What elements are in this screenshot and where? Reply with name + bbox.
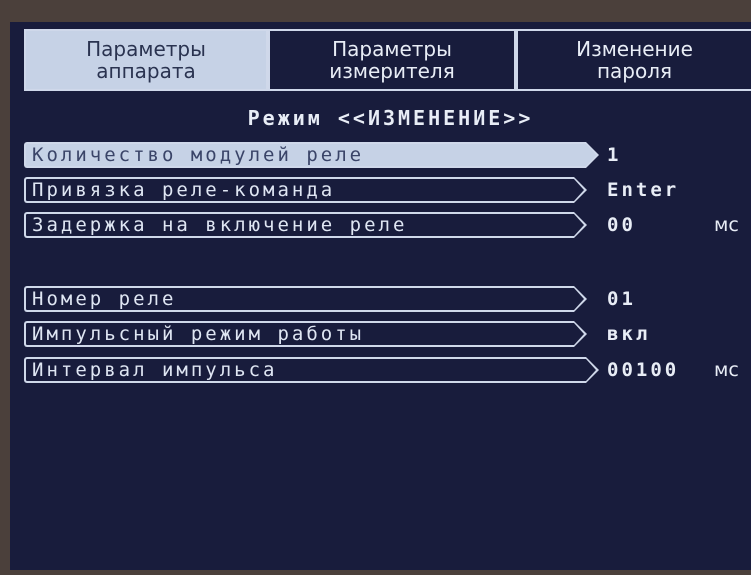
tab-label-line1: Изменение [576, 37, 693, 61]
param-value: 1 [607, 144, 622, 166]
param-unit: мс [714, 214, 739, 236]
arrow-right-icon-fill [574, 288, 584, 310]
tab-label-line2: измерителя [329, 59, 455, 83]
tab-label-line1: Параметры [332, 37, 452, 61]
lcd-screen: Параметры аппарата Параметры измерителя … [10, 22, 751, 570]
param-value: 00 [607, 214, 636, 236]
param-value: Enter [607, 179, 680, 201]
arrow-right-icon-fill [586, 144, 596, 166]
param-label: Импульсный режим работы [24, 321, 574, 347]
arrow-right-icon-fill [574, 323, 584, 345]
param-label: Интервал импульса [24, 357, 586, 383]
arrow-right-icon-fill [574, 179, 584, 201]
param-row-relay-command-binding[interactable]: Привязка реле-команда Enter [24, 177, 751, 205]
tab-label-line2: пароля [596, 59, 673, 83]
tab-bar: Параметры аппарата Параметры измерителя … [24, 29, 751, 89]
tab-label-line1: Параметры [86, 37, 206, 61]
tab-meter-parameters[interactable]: Параметры измерителя [268, 29, 516, 89]
param-label: Привязка реле-команда [24, 177, 574, 203]
param-row-pulse-interval[interactable]: Интервал импульса 00100 мс [24, 357, 751, 385]
param-row-relay-modules-count[interactable]: Количество модулей реле 1 [24, 142, 751, 170]
param-value: 01 [607, 288, 636, 310]
tab-divider [24, 89, 751, 91]
param-label: Задержка на включение реле [24, 212, 574, 238]
param-label: Номер реле [24, 286, 574, 312]
param-row-relay-on-delay[interactable]: Задержка на включение реле 00 мс [24, 212, 751, 240]
tab-label-line2: аппарата [96, 59, 196, 83]
tab-change-password[interactable]: Изменение пароля [516, 29, 751, 89]
param-unit: мс [714, 359, 739, 381]
param-value: вкл [607, 323, 651, 345]
param-value: 00100 [607, 359, 680, 381]
arrow-right-icon-fill [586, 359, 596, 381]
mode-title: Режим <<ИЗМЕНЕНИЕ>> [247, 106, 534, 130]
param-label: Количество модулей реле [24, 142, 586, 168]
tab-device-parameters[interactable]: Параметры аппарата [24, 29, 268, 89]
param-row-pulse-mode[interactable]: Импульсный режим работы вкл [24, 321, 751, 349]
arrow-right-icon-fill [574, 214, 584, 236]
param-row-relay-number[interactable]: Номер реле 01 [24, 286, 751, 314]
